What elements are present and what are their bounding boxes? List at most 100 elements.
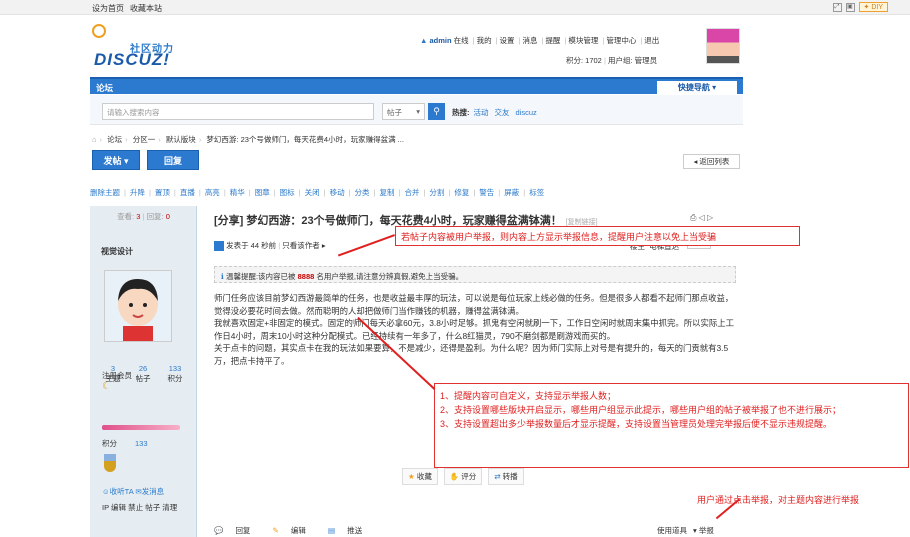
hot-label: 热搜: — [452, 108, 470, 117]
medal-icon[interactable] — [104, 454, 116, 472]
nav-settings[interactable]: 设置 — [500, 36, 515, 45]
nav-forum-tab[interactable]: 论坛 — [96, 82, 113, 94]
send-message-link[interactable]: 发消息 — [142, 487, 165, 496]
star-icon: ★ — [408, 472, 415, 481]
annotation-arrow — [338, 234, 395, 257]
annotation-features: 1、提醒内容可自定义，支持显示举报人数； 2、支持设置哪些版块开启显示，哪些用户… — [434, 383, 909, 468]
copy-link[interactable]: [复制链接] — [566, 219, 598, 226]
hot-item[interactable]: 活动 — [474, 108, 489, 117]
post-button-label: 发帖 — [103, 156, 122, 166]
mod-action[interactable]: 合并 — [404, 188, 419, 197]
prev-icon[interactable]: ◁ — [699, 213, 705, 222]
author-avatar[interactable] — [104, 270, 172, 342]
search-bar: 请输入搜索内容 帖子 ▾ ⚲ 热搜: 活动 交友 discuz — [90, 95, 743, 125]
separator: | — [173, 188, 176, 197]
back-label: 返回列表 — [699, 157, 730, 166]
separator: | — [323, 188, 326, 197]
author-line: 发表于 44 秒前 | 只看该作者 ▸ — [214, 240, 326, 252]
crumb-board[interactable]: 默认版块 — [166, 135, 196, 144]
stat-posts[interactable]: 26 帖子 — [130, 364, 156, 384]
search-type-select[interactable]: 帖子 ▾ — [382, 103, 425, 120]
mod-action[interactable]: 关闭 — [305, 188, 320, 197]
mod-action[interactable]: 复制 — [379, 188, 394, 197]
author-sidebar: 查看: 3 | 回复: 0 视觉设计 3 主题 26 帖子 133 积分 注册会员 ☾ … — [90, 206, 197, 537]
next-icon[interactable]: ▷ — [707, 213, 713, 222]
user-avatar[interactable] — [706, 28, 740, 64]
home-icon[interactable]: ⌂ — [92, 135, 97, 144]
nav-admin[interactable]: 管理中心 — [606, 36, 636, 45]
diy-button[interactable]: ✦ DIY — [858, 2, 888, 12]
mod-action[interactable]: 图章 — [255, 188, 270, 197]
share-button[interactable]: ⇄ 转播 — [488, 468, 524, 485]
fullscreen-icon[interactable]: ⤢ — [832, 2, 842, 12]
points-row: 积分 133 — [102, 438, 148, 449]
separator: | — [398, 188, 401, 197]
search-button[interactable]: ⚲ — [428, 103, 445, 120]
group-link[interactable]: 用户组: 管理员 — [608, 56, 657, 65]
reply-action-label: 回复 — [235, 526, 251, 535]
report-link[interactable]: 举报 — [699, 526, 714, 535]
back-to-list-button[interactable]: ◂ 返回列表 — [683, 154, 740, 169]
mod-action[interactable]: 分割 — [429, 188, 444, 197]
mod-action[interactable]: 升降 — [130, 188, 145, 197]
nav-logout[interactable]: 退出 — [644, 36, 659, 45]
annotation-line: 3、支持设置超出多少举报数量后才显示提醒，支持设置当管理员处理完举报后便不显示违… — [440, 419, 833, 429]
reply-action[interactable]: 💬 回复 — [214, 526, 260, 535]
mod-action[interactable]: 分类 — [355, 188, 370, 197]
set-home-link[interactable]: 设为首页 — [92, 4, 124, 13]
username-link[interactable]: admin — [429, 36, 451, 45]
annotation-line: 1、提醒内容可自定义，支持显示举报人数； — [440, 391, 617, 401]
mod-action[interactable]: 置顶 — [155, 188, 170, 197]
style-icon[interactable]: ▣ — [845, 2, 855, 12]
mod-action[interactable]: 图标 — [280, 188, 295, 197]
follow-link[interactable]: 收听TA — [110, 487, 134, 496]
diy-label: DIY — [871, 4, 883, 11]
print-icon[interactable]: ⎙ — [690, 213, 696, 222]
author-name[interactable]: 视觉设计 — [101, 246, 133, 257]
bookmark-link[interactable]: 收藏本站 — [130, 4, 162, 13]
online-status[interactable]: 在线 — [454, 36, 469, 45]
mod-action[interactable]: 高亮 — [205, 188, 220, 197]
share-icon: ⇄ — [494, 472, 501, 481]
edit-action[interactable]: ✎ 编辑 — [273, 526, 316, 535]
hot-item[interactable]: discuz — [516, 108, 537, 117]
mod-action[interactable]: 修复 — [454, 188, 469, 197]
crumb-forum[interactable]: 论坛 — [107, 135, 122, 144]
mod-action[interactable]: 删除主题 — [90, 188, 120, 197]
hot-item[interactable]: 交友 — [495, 108, 510, 117]
nav-modules[interactable]: 模块管理 — [568, 36, 598, 45]
rate-button[interactable]: ✋ 评分 — [443, 468, 483, 485]
credits-link[interactable]: 积分: 1702 — [566, 56, 602, 65]
separator: | — [498, 188, 501, 197]
group-label[interactable]: 注册会员 — [102, 370, 132, 381]
stat-value: 26 — [138, 364, 148, 373]
mod-action[interactable]: 警告 — [479, 188, 494, 197]
stat-label: 积分 — [167, 374, 183, 383]
stat-credits[interactable]: 133 积分 — [162, 364, 188, 384]
mod-action[interactable]: 移动 — [330, 188, 345, 197]
post-button[interactable]: 发帖 ▾ — [92, 150, 140, 170]
reply-button[interactable]: 回复 — [147, 150, 199, 170]
only-author-link[interactable]: 只看该作者 — [282, 241, 320, 250]
mod-action[interactable]: 标签 — [529, 188, 544, 197]
site-logo[interactable]: 社区动力 DISCUZ! — [92, 24, 192, 70]
user-icon: ▲ — [420, 36, 428, 45]
view-label: 查看: — [117, 212, 135, 221]
admin-links[interactable]: IP 编辑 禁止 帖子 清理 — [102, 502, 177, 513]
mod-action[interactable]: 屏蔽 — [504, 188, 519, 197]
favorite-label: 收藏 — [416, 472, 432, 481]
crumb-thread[interactable]: 梦幻西游: 23个号做师门，每天花费4小时，玩家赚得盆满 ... — [206, 135, 404, 144]
mod-action[interactable]: 直播 — [180, 188, 195, 197]
mod-action[interactable]: 精华 — [230, 188, 245, 197]
share-label: 转播 — [502, 472, 518, 481]
push-action[interactable]: ▤ 推送 — [328, 526, 372, 535]
quick-nav-button[interactable]: 快捷导航 ▾ — [657, 81, 737, 94]
search-input[interactable]: 请输入搜索内容 — [102, 103, 374, 120]
nav-messages[interactable]: 消息 — [522, 36, 537, 45]
use-item-link[interactable]: 使用道具 — [657, 526, 687, 535]
nav-reminders[interactable]: 提醒 — [545, 36, 560, 45]
crumb-section[interactable]: 分区一 — [133, 135, 156, 144]
reply-icon: 💬 — [214, 526, 224, 535]
favorite-button[interactable]: ★ 收藏 — [402, 468, 438, 485]
nav-my[interactable]: 我的 — [477, 36, 492, 45]
